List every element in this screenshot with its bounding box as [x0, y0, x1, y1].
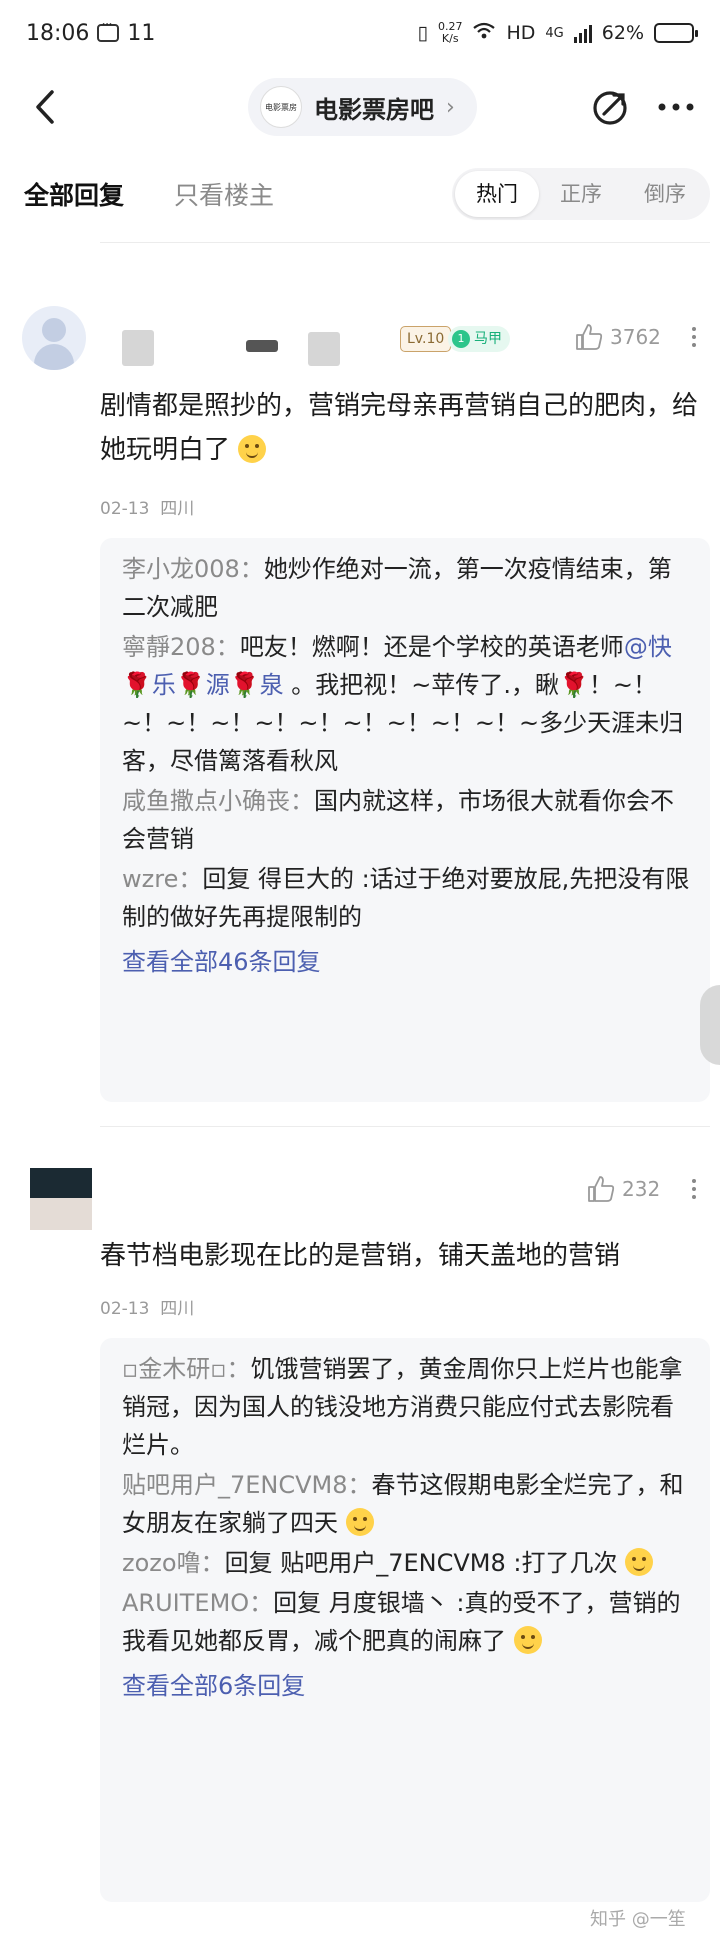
avatar-image-bottom: [30, 1198, 92, 1230]
comment-text: 春节档电影现在比的是营销，铺天盖地的营销: [100, 1234, 700, 1278]
back-button[interactable]: [28, 86, 64, 128]
wifi-icon: [472, 22, 496, 45]
comment-location: 四川: [160, 1299, 195, 1319]
status-bar: 18:06 11 ▯ 0.27 K/s HD 4G 62%: [0, 0, 720, 66]
comment-body: 剧情都是照抄的，营销完母亲再营销自己的肥肉，给她玩明白了: [100, 391, 699, 465]
thread-page: 18:06 11 ▯ 0.27 K/s HD 4G 62% 电影票房: [0, 0, 720, 1939]
chevron-right-icon: ›: [446, 94, 455, 120]
reply-text: 回复 贴吧用户_7ENCVM8 :打了几次: [224, 1549, 618, 1577]
vest-badge-label: 马甲: [474, 331, 502, 347]
username-redacted: [122, 330, 154, 366]
avatar-image-top: [30, 1168, 92, 1198]
network-speed-unit: K/s: [441, 32, 459, 45]
network-speed: 0.27 K/s: [438, 21, 463, 45]
emoji-icon: [625, 1548, 654, 1576]
forum-logo: 电影票房: [260, 86, 302, 128]
notification-count: 11: [127, 20, 156, 46]
watermark: 知乎 @一笙: [590, 1909, 686, 1930]
reply-item[interactable]: 李小龙008：她炒作绝对一流，第一次疫情结束，第二次减肥: [122, 550, 690, 626]
reply-item[interactable]: 咸鱼撒点小确丧：国内就这样，市场很大就看你会不会营销: [122, 782, 690, 858]
emoji-icon: [238, 435, 267, 463]
sort-toggle: 热门 正序 倒序: [452, 168, 710, 220]
status-right: ▯ 0.27 K/s HD 4G 62%: [417, 21, 698, 45]
like-button[interactable]: 232: [586, 1174, 660, 1204]
more-options-button[interactable]: [654, 86, 698, 128]
share-button[interactable]: [590, 86, 632, 128]
vest-badge-number: 1: [452, 330, 470, 348]
avatar-body: [34, 344, 74, 370]
reply-item[interactable]: wzre：回复 得巨大的 :话过于绝对要放屁,先把没有限制的做好先再提限制的: [122, 860, 690, 936]
view-all-replies-link[interactable]: 查看全部46条回复: [122, 942, 690, 982]
reply-item[interactable]: 寧靜208：吧友！燃啊！还是个学校的英语老师@快🌹乐🌹源🌹泉 。我把视！~苹传了…: [122, 628, 690, 780]
share-icon: [593, 91, 627, 125]
username-redacted: [308, 332, 340, 366]
level-badge: Lv.10: [400, 326, 452, 352]
reply-item[interactable]: zozo噜：回复 贴吧用户_7ENCVM8 :打了几次: [122, 1544, 690, 1582]
reply-text: 回复 得巨大的 :话过于绝对要放屁,先把没有限制的做好先再提限制的: [122, 865, 690, 931]
reply-username[interactable]: ARUITEMO：: [122, 1589, 273, 1617]
back-arrow-icon: [36, 90, 54, 124]
sort-asc-button[interactable]: 正序: [539, 171, 623, 217]
comment-body: 春节档电影现在比的是营销，铺天盖地的营销: [100, 1241, 621, 1271]
reply-item[interactable]: ARUITEMO：回复 月度银墙丶 :真的受不了，营销的我看见她都反胃，减个肥真…: [122, 1584, 690, 1660]
forum-name: 电影票房吧: [314, 95, 434, 124]
sort-hot-button[interactable]: 热门: [455, 171, 539, 217]
emoji-icon: [345, 1508, 374, 1536]
tab-op-only[interactable]: 只看楼主: [174, 176, 274, 212]
divider: [100, 1126, 710, 1127]
avatar[interactable]: [30, 1168, 92, 1230]
scroll-handle[interactable]: [700, 985, 720, 1065]
reply-text: 吧友！燃啊！还是个学校的英语老师: [239, 633, 624, 661]
reply-username[interactable]: 咸鱼撒点小确丧：: [122, 787, 314, 815]
avatar-head: [42, 318, 66, 342]
filter-bar: 全部回复 只看楼主 热门 正序 倒序: [0, 160, 720, 226]
nav-bar: 电影票房 电影票房吧 ›: [0, 72, 720, 142]
battery-icon: [654, 23, 698, 43]
reply-username[interactable]: zozo噜：: [122, 1549, 225, 1577]
reply-username[interactable]: wzre：: [122, 865, 202, 893]
thumbs-up-icon: [576, 324, 603, 350]
like-count: 232: [622, 1177, 661, 1201]
reply-item[interactable]: ▫金木研▫：饥饿营销罢了，黄金周你只上烂片也能拿销冠，因为国人的钱没地方消费只能…: [122, 1350, 690, 1464]
comment-more-button[interactable]: [688, 1176, 700, 1206]
signal-icon: [573, 23, 592, 43]
divider: [100, 242, 710, 243]
comment-meta: 02-13 四川: [100, 1294, 194, 1319]
reply-list: 李小龙008：她炒作绝对一流，第一次疫情结束，第二次减肥 寧靜208：吧友！燃啊…: [100, 538, 710, 1102]
more-icon: [658, 103, 694, 111]
reply-username[interactable]: 李小龙008：: [122, 555, 264, 583]
vest-badge: 1 马甲: [448, 326, 510, 352]
comment-text: 剧情都是照抄的，营销完母亲再营销自己的肥肉，给她玩明白了: [100, 384, 700, 472]
like-button[interactable]: 3762: [574, 322, 661, 352]
message-icon: [97, 17, 120, 42]
reply-username[interactable]: 贴吧用户_7ENCVM8：: [122, 1471, 372, 1499]
forum-chip[interactable]: 电影票房 电影票房吧 ›: [248, 78, 477, 136]
network-hd: HD: [506, 22, 536, 44]
comment-more-button[interactable]: [688, 324, 700, 354]
sort-desc-button[interactable]: 倒序: [623, 171, 707, 217]
thumbs-up-icon: [588, 1176, 615, 1202]
status-time: 18:06: [26, 20, 90, 46]
reply-list: ▫金木研▫：饥饿营销罢了，黄金周你只上烂片也能拿销冠，因为国人的钱没地方消费只能…: [100, 1338, 710, 1902]
reply-username[interactable]: ▫金木研▫：: [122, 1355, 251, 1383]
view-all-replies-link[interactable]: 查看全部6条回复: [122, 1666, 690, 1706]
vibrate-icon: ▯: [417, 22, 428, 44]
comment-location: 四川: [160, 499, 195, 519]
avatar[interactable]: [22, 306, 86, 370]
status-left: 18:06 11: [26, 17, 156, 46]
reply-username[interactable]: 寧靜208：: [122, 633, 240, 661]
battery-percent: 62%: [601, 22, 644, 44]
emoji-icon: [513, 1626, 542, 1654]
username-redacted: [246, 340, 278, 352]
comment-meta: 02-13 四川: [100, 494, 194, 519]
tab-all-replies[interactable]: 全部回复: [24, 176, 124, 212]
comment-date: 02-13: [100, 1299, 150, 1319]
comment-date: 02-13: [100, 499, 150, 519]
reply-item[interactable]: 贴吧用户_7ENCVM8：春节这假期电影全烂完了，和女朋友在家躺了四天: [122, 1466, 690, 1542]
forum-logo-text: 电影票房: [265, 102, 297, 112]
network-generation: 4G: [545, 25, 564, 41]
like-count: 3762: [610, 325, 661, 349]
